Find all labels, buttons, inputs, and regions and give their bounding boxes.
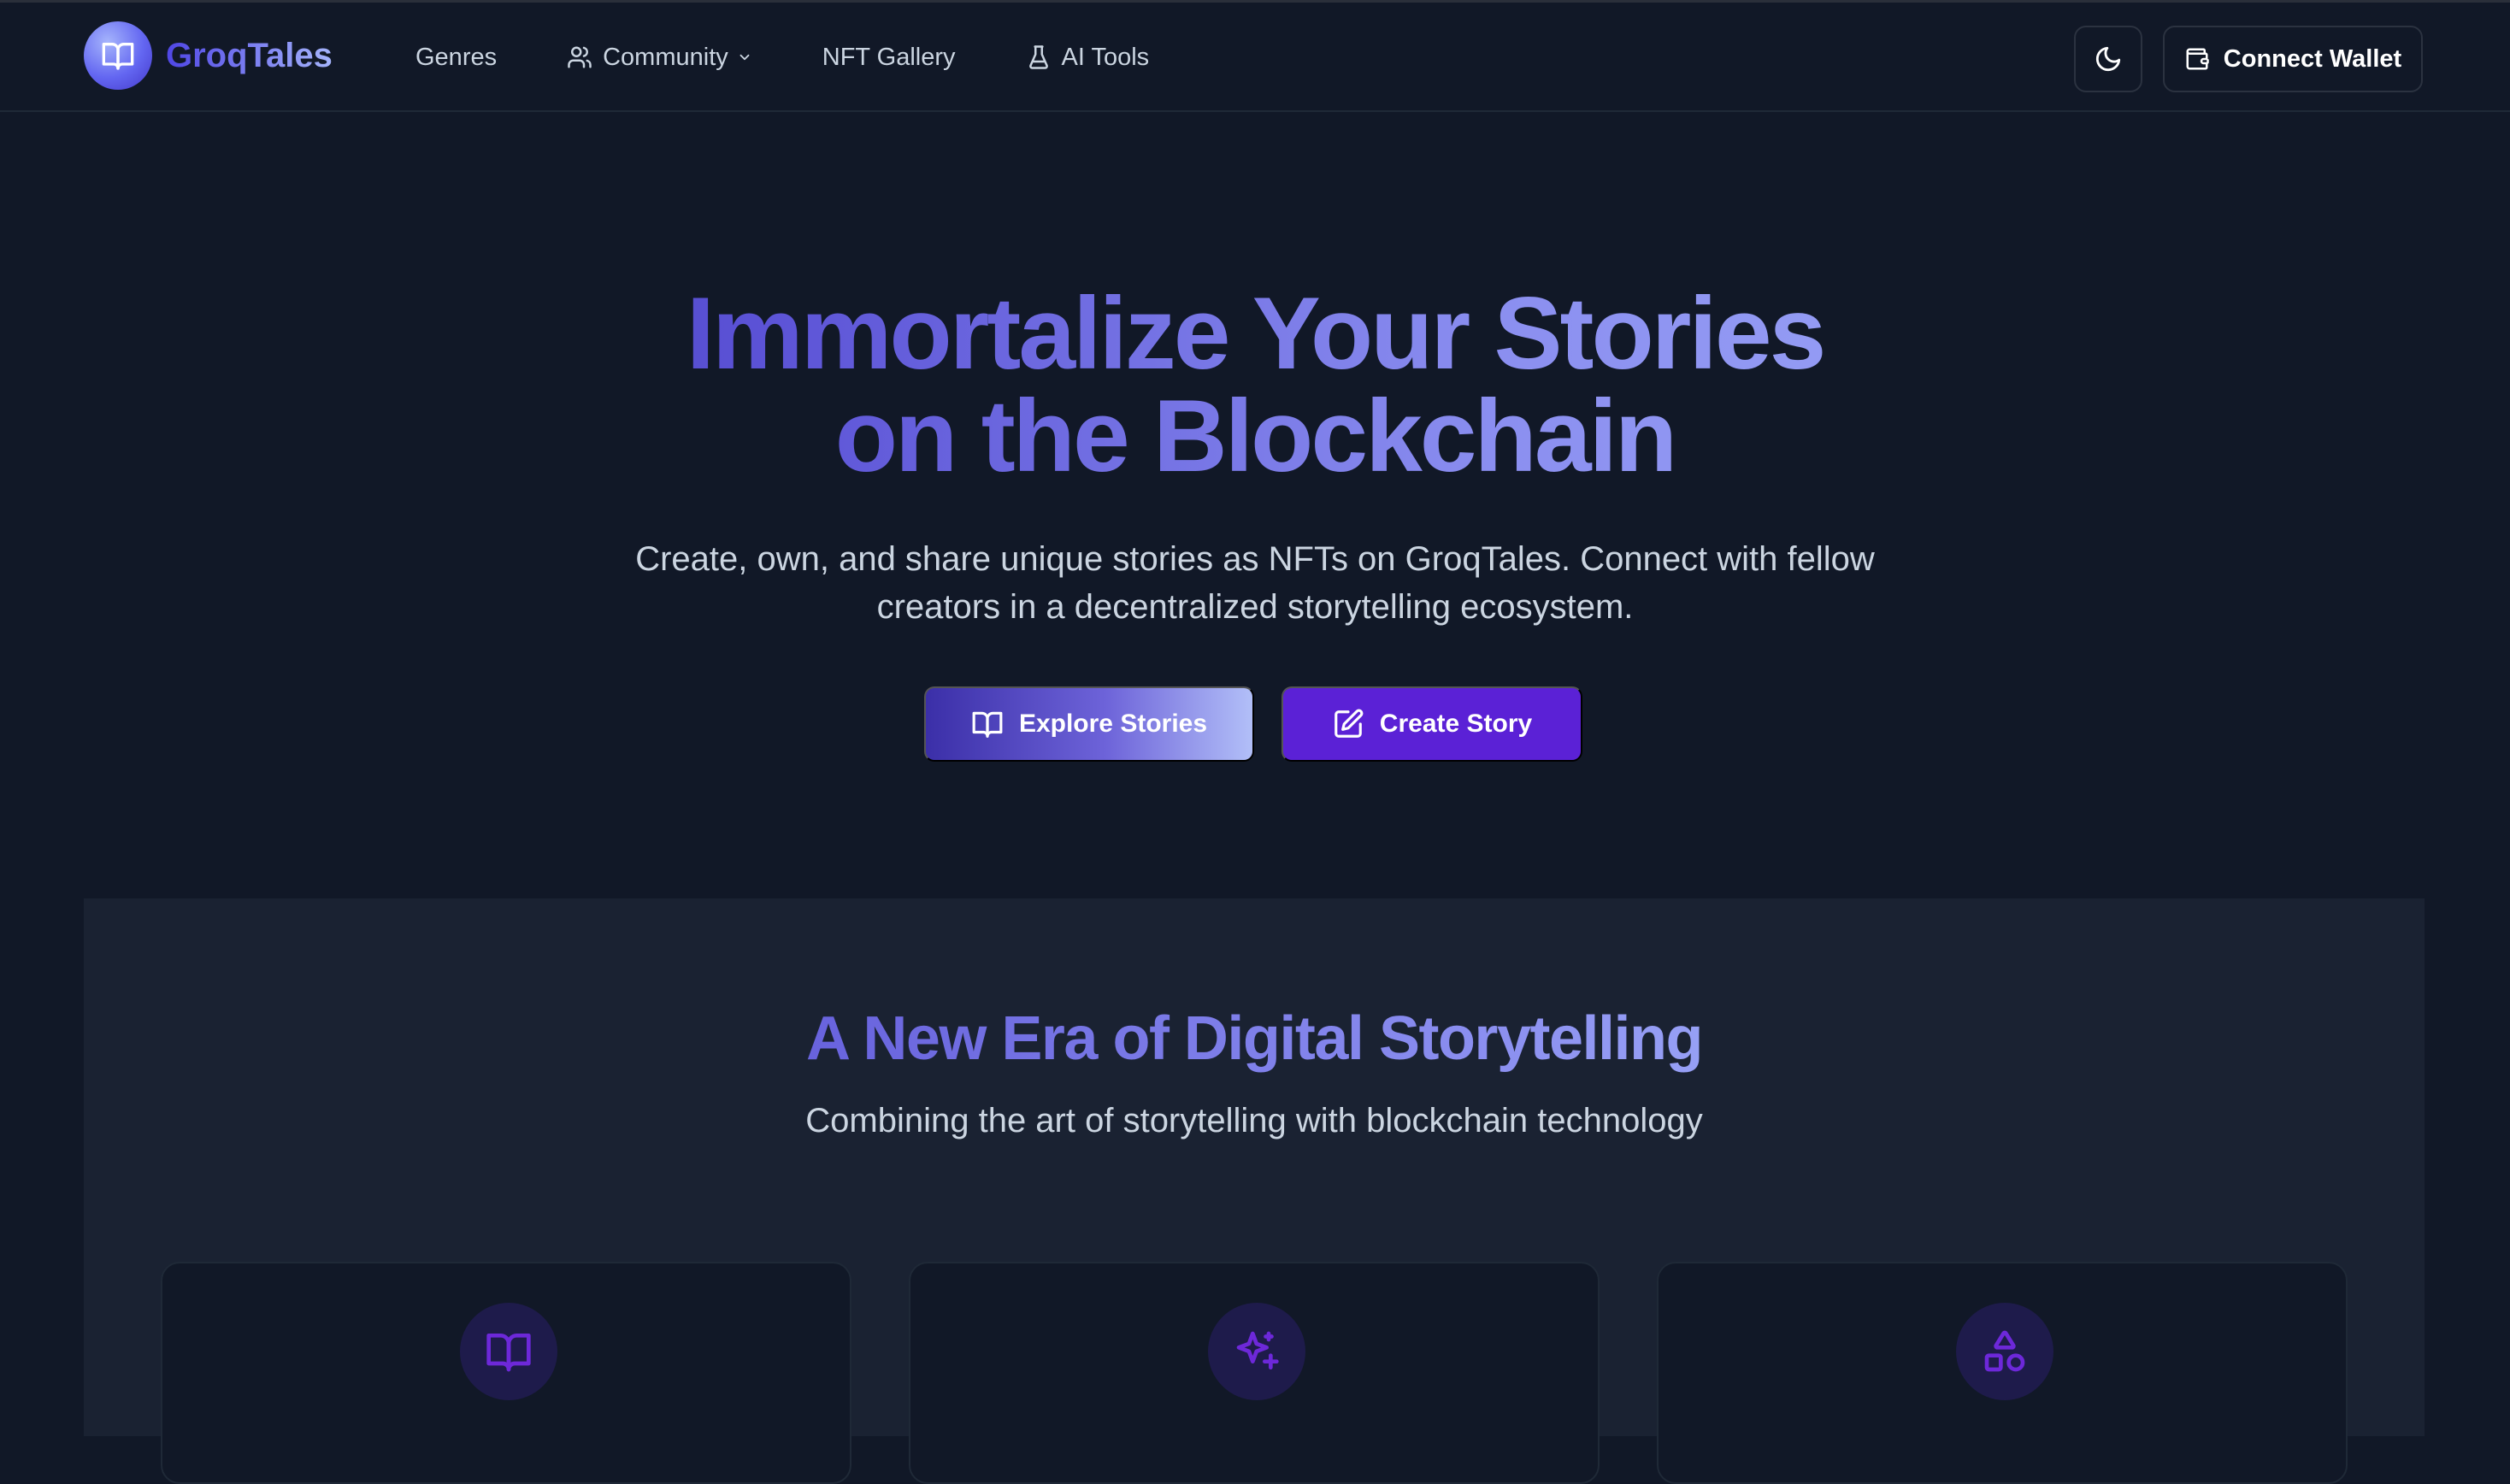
explore-stories-label: Explore Stories: [1018, 710, 1208, 738]
features-subtitle: Combining the art of storytelling with b…: [805, 1102, 1703, 1140]
features-section: A New Era of Digital Storytelling Combin…: [84, 898, 2425, 1484]
connect-wallet-button[interactable]: Connect Wallet: [2163, 26, 2423, 92]
feature-card: [161, 1262, 851, 1484]
hero-subtitle: Create, own, and share unique stories as…: [635, 540, 1875, 626]
hero-title-line-2: on the Blockchain: [834, 379, 1676, 493]
nav-genres-label: Genres: [415, 43, 498, 71]
nav-genres[interactable]: Genres: [415, 44, 497, 72]
book-open-icon: [84, 21, 152, 90]
moon-icon: [2095, 46, 2121, 72]
chevron-down-icon: [739, 54, 750, 61]
flask-icon: [1028, 45, 1048, 69]
connect-wallet-label: Connect Wallet: [2223, 44, 2402, 73]
sparkles-icon: [1208, 1303, 1305, 1400]
theme-toggle-button[interactable]: [2074, 26, 2142, 92]
edit-icon: [1334, 709, 1364, 738]
logo[interactable]: GroqTales: [84, 21, 333, 90]
explore-stories-button[interactable]: Explore Stories: [924, 686, 1254, 762]
nav-ai-tools-label: AI Tools: [1061, 43, 1150, 71]
create-story-label: Create Story: [1379, 710, 1533, 738]
nav-nft-gallery-label: NFT Gallery: [822, 43, 956, 71]
nav-community-label: Community: [603, 43, 728, 71]
feature-card: [909, 1262, 1600, 1484]
navbar: GroqTales Genres Community NFT Gallery A…: [0, 3, 2510, 112]
nav-community-dropdown[interactable]: Community: [567, 44, 752, 72]
nav-links: Genres Community NFT Gallery AI Tools: [415, 3, 1219, 112]
nav-ai-tools[interactable]: AI Tools: [1026, 43, 1150, 72]
create-story-button[interactable]: Create Story: [1282, 686, 1582, 762]
users-icon: [568, 46, 592, 68]
feature-card: [1657, 1262, 2348, 1484]
shapes-icon: [1956, 1303, 2053, 1400]
hero-title: Immortalize Your Stories on the Blockcha…: [0, 282, 2510, 487]
book-open-icon: [972, 711, 1003, 738]
book-open-icon: [460, 1303, 557, 1400]
features-title: A New Era of Digital Storytelling: [84, 1004, 2425, 1073]
nav-nft-gallery[interactable]: NFT Gallery: [822, 44, 956, 72]
wallet-icon: [2186, 48, 2209, 70]
logo-text: GroqTales: [166, 36, 333, 74]
hero-title-line-1: Immortalize Your Stories: [686, 276, 1824, 391]
